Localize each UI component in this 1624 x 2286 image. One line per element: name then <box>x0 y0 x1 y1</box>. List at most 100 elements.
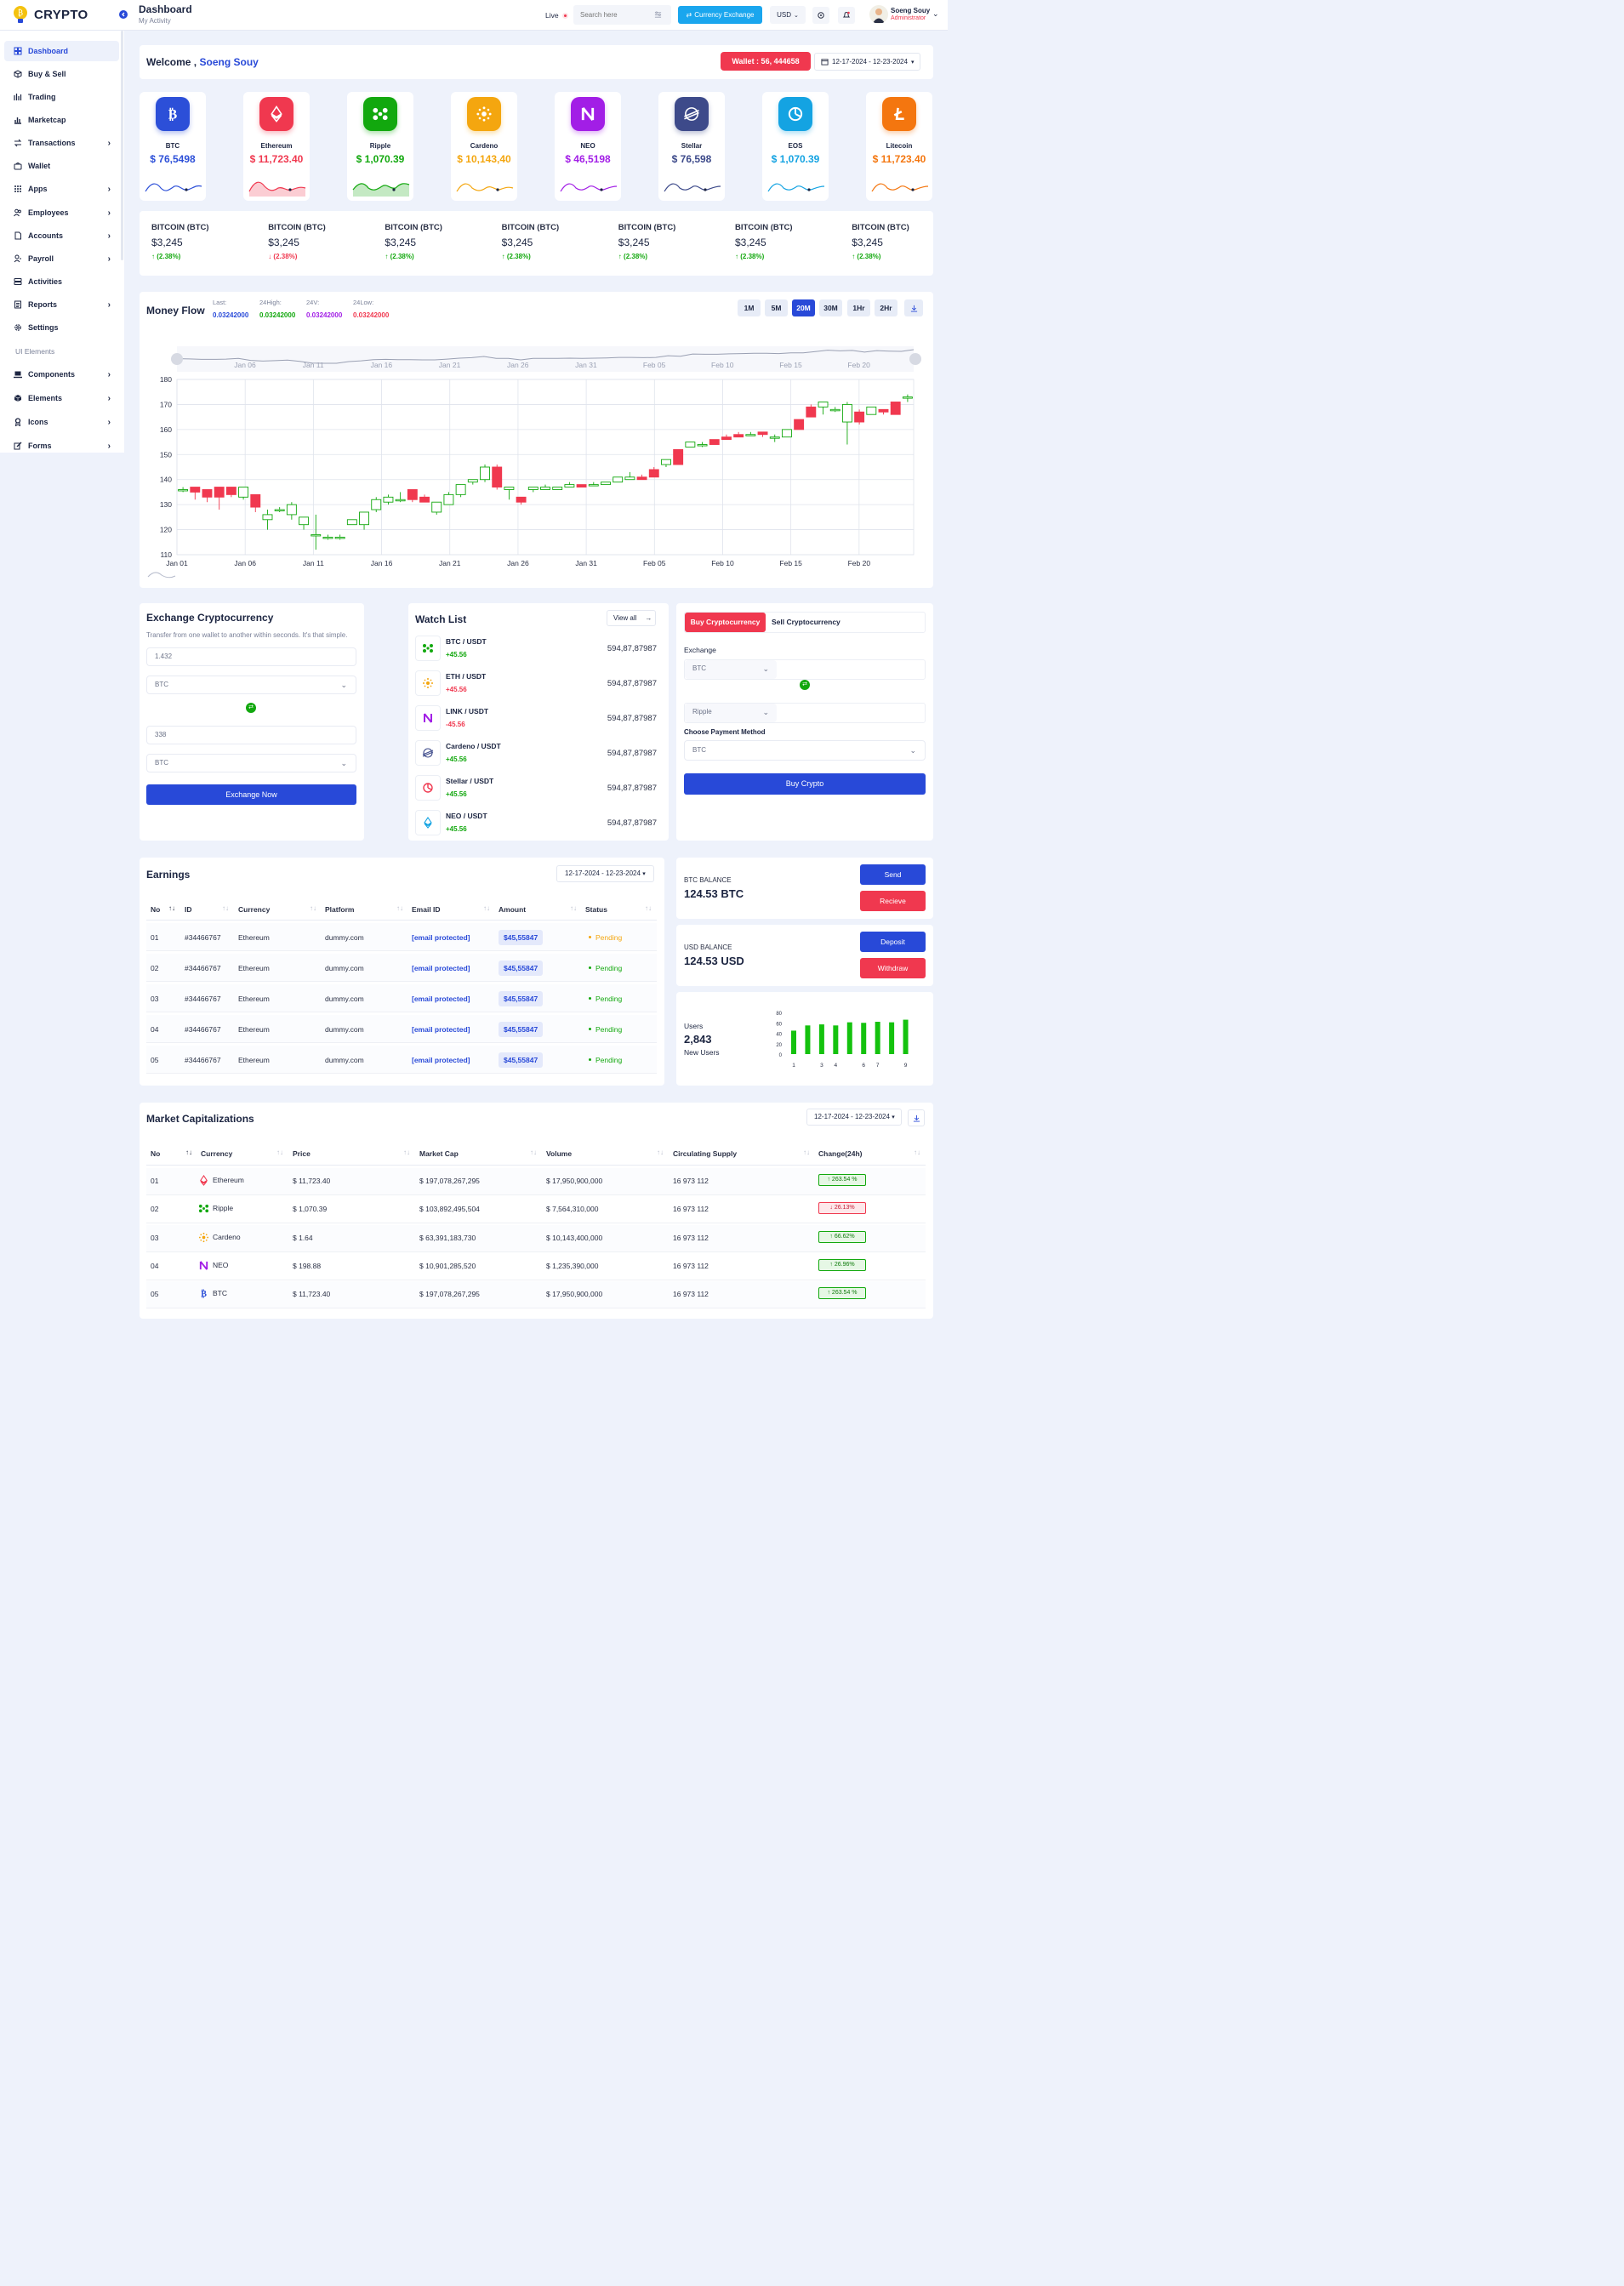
sort-icon[interactable]: ↑↓ <box>645 904 652 912</box>
market-date-picker[interactable]: 12-17-2024 - 12-23-2024 ▾ <box>806 1109 902 1126</box>
ticker-item[interactable]: BITCOIN (BTC) $3,245 ↑ (2.38%) <box>151 223 254 260</box>
deposit-button[interactable]: Deposit <box>860 932 926 952</box>
exchange-amount-input[interactable]: 1.432 <box>146 647 356 666</box>
sidebar-item-forms[interactable]: Forms › <box>4 436 119 456</box>
sidebar-collapse-button[interactable] <box>119 10 128 19</box>
market-col-volume[interactable]: Volume <box>546 1149 572 1158</box>
exchange-to-select[interactable]: BTC ⌄ <box>146 754 356 772</box>
sort-icon[interactable]: ↑↓ <box>570 904 577 912</box>
earnings-col-id[interactable]: ID <box>185 905 192 914</box>
range-button-5m[interactable]: 5M <box>765 299 788 316</box>
sidebar-item-settings[interactable]: Settings <box>4 317 119 338</box>
table-row[interactable] <box>146 923 657 951</box>
currency-select[interactable]: USD ⌄ <box>770 6 806 24</box>
sidebar-item-accounts[interactable]: Accounts › <box>4 225 119 246</box>
candlestick-chart[interactable]: 110 120 130 140 150 160 170 180 Jan 01 Jan 06 Jan … <box>140 336 933 587</box>
table-row[interactable] <box>146 984 657 1012</box>
table-row[interactable] <box>146 1168 926 1195</box>
sidebar-item-trading[interactable]: Trading <box>4 87 119 107</box>
sidebar-item-dashboard[interactable]: Dashboard <box>4 41 119 61</box>
email-link[interactable]: [email protected] <box>412 1025 470 1034</box>
sidebar-item-transactions[interactable]: Transactions › <box>4 133 119 153</box>
earnings-col-no[interactable]: No <box>151 905 160 914</box>
range-button-1hr[interactable]: 1Hr <box>847 299 870 316</box>
tab-buy[interactable]: Buy Cryptocurrency <box>685 613 766 632</box>
sidebar-item-payroll[interactable]: Payroll › <box>4 248 119 269</box>
coin-card-ethereum[interactable]: Ethereum $ 11,723.40 <box>243 92 310 201</box>
range-button-2hr[interactable]: 2Hr <box>875 299 897 316</box>
view-all-button[interactable]: View all → <box>607 610 656 626</box>
range-button-30m[interactable]: 30M <box>819 299 842 316</box>
exchange-now-button[interactable]: Exchange Now <box>146 784 356 805</box>
notifications-button[interactable] <box>838 7 855 24</box>
watchlist-item[interactable]: ETH / USDT +45.56 594,87,87987 <box>415 669 662 696</box>
coin-card-neo[interactable]: NEO $ 46,5198 <box>555 92 621 201</box>
buy-crypto-button[interactable]: Buy Crypto <box>684 773 926 795</box>
sidebar-item-employees[interactable]: Employees › <box>4 202 119 223</box>
table-row[interactable] <box>146 1224 926 1252</box>
sidebar-item-wallet[interactable]: Wallet <box>4 156 119 176</box>
user-avatar[interactable] <box>869 5 888 24</box>
sidebar-item-apps[interactable]: Apps › <box>4 179 119 199</box>
download-button[interactable] <box>904 299 923 316</box>
coin-card-ripple[interactable]: Ripple $ 1,070.39 <box>347 92 413 201</box>
earnings-date-picker[interactable]: 12-17-2024 - 12-23-2024 ▾ <box>556 865 654 882</box>
watchlist-item[interactable]: Cardeno / USDT +45.56 594,87,87987 <box>415 738 662 766</box>
date-range-picker[interactable]: 12-17-2024 - 12-23-2024 ▾ <box>814 53 920 71</box>
wallet-badge[interactable]: Wallet : 56, 444658 <box>721 52 811 71</box>
buy-from-select[interactable]: BTC ⌄ <box>685 660 777 679</box>
settings-button[interactable] <box>812 7 829 24</box>
user-chevron-icon[interactable]: ⌄ <box>932 9 939 19</box>
table-row[interactable] <box>146 1015 657 1043</box>
sidebar-item-reports[interactable]: Reports › <box>4 294 119 315</box>
coin-card-stellar[interactable]: Stellar $ 76,598 <box>658 92 725 201</box>
ticker-item[interactable]: BITCOIN (BTC) $3,245 ↑ (2.38%) <box>852 223 954 260</box>
sort-icon[interactable]: ↑↓ <box>168 904 175 912</box>
ticker-item[interactable]: BITCOIN (BTC) $3,245 ↓ (2.38%) <box>268 223 370 260</box>
send-button[interactable]: Send <box>860 864 926 885</box>
earnings-col-status[interactable]: Status <box>585 905 607 914</box>
market-col-circulating-supply[interactable]: Circulating Supply <box>673 1149 737 1158</box>
user-menu[interactable]: Soeng Souy Administrator <box>891 7 930 21</box>
sort-icon[interactable]: ↑↓ <box>403 1149 410 1156</box>
ticker-item[interactable]: BITCOIN (BTC) $3,245 ↑ (2.38%) <box>502 223 604 260</box>
coin-card-eos[interactable]: EOS $ 1,070.39 <box>762 92 829 201</box>
buy-to-select[interactable]: Ripple ⌄ <box>685 704 777 722</box>
search-input[interactable] <box>573 11 654 19</box>
sidebar-item-components[interactable]: Components › <box>4 364 119 385</box>
swap-icon[interactable]: ⇄ <box>800 680 810 690</box>
watchlist-item[interactable]: NEO / USDT +45.56 594,87,87987 <box>415 808 662 835</box>
coin-card-cardeno[interactable]: Cardeno $ 10,143,40 <box>451 92 517 201</box>
sort-icon[interactable]: ↑↓ <box>803 1149 810 1156</box>
exchange-receive-input[interactable]: 338 <box>146 726 356 744</box>
swap-icon[interactable]: ⇄ <box>246 703 256 713</box>
email-link[interactable]: [email protected] <box>412 933 470 942</box>
earnings-col-platform[interactable]: Platform <box>325 905 354 914</box>
market-col-market-cap[interactable]: Market Cap <box>419 1149 459 1158</box>
app-logo[interactable]: ₿ CRYPTO <box>12 5 88 24</box>
range-button-1m[interactable]: 1M <box>738 299 761 316</box>
exchange-from-select[interactable]: BTC ⌄ <box>146 676 356 694</box>
receive-button[interactable]: Recieve <box>860 891 926 911</box>
email-link[interactable]: [email protected] <box>412 1056 470 1064</box>
payment-method-select[interactable]: BTC ⌄ <box>684 740 926 761</box>
sidebar-item-elements[interactable]: Elements › <box>4 388 119 408</box>
market-col-price[interactable]: Price <box>293 1149 311 1158</box>
sort-icon[interactable]: ↑↓ <box>657 1149 664 1156</box>
coin-card-litecoin[interactable]: Litecoin $ 11,723.40 <box>866 92 932 201</box>
earnings-col-currency[interactable]: Currency <box>238 905 270 914</box>
table-row[interactable] <box>146 1281 926 1309</box>
email-link[interactable]: [email protected] <box>412 964 470 972</box>
sort-icon[interactable]: ↑↓ <box>914 1149 920 1156</box>
table-row[interactable] <box>146 1196 926 1224</box>
live-indicator[interactable]: Live <box>545 11 568 20</box>
currency-exchange-button[interactable]: ⇄ Currency Exchange <box>678 6 762 24</box>
watchlist-item[interactable]: LINK / USDT -45.56 594,87,87987 <box>415 704 662 731</box>
sort-icon[interactable]: ↑↓ <box>483 904 490 912</box>
earnings-col-email-id[interactable]: Email ID <box>412 905 441 914</box>
tab-sell[interactable]: Sell Cryptocurrency <box>772 613 840 632</box>
sort-icon[interactable]: ↑↓ <box>185 1149 192 1156</box>
ticker-item[interactable]: BITCOIN (BTC) $3,245 ↑ (2.38%) <box>735 223 837 260</box>
ticker-item[interactable]: BITCOIN (BTC) $3,245 ↑ (2.38%) <box>618 223 721 260</box>
sort-icon[interactable]: ↑↓ <box>222 904 229 912</box>
